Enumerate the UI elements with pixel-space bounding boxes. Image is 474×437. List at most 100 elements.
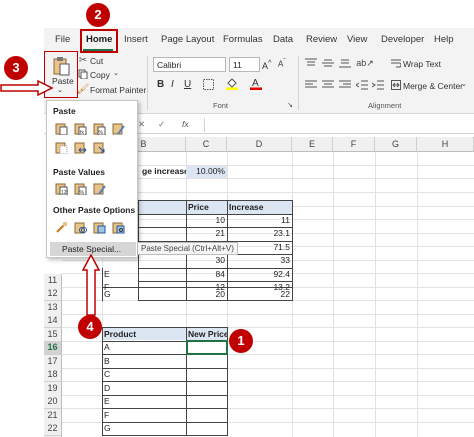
font-size-select[interactable]: 11 — [229, 57, 260, 72]
row-header-22[interactable]: 22 — [44, 422, 62, 436]
t2-product[interactable]: F — [102, 409, 186, 422]
t1-product[interactable]: E — [102, 268, 138, 281]
tab-file[interactable]: File — [55, 34, 70, 45]
column-header-g[interactable]: G — [375, 137, 417, 152]
font-name-select[interactable]: Calibri — [153, 57, 226, 72]
fill-color-icon[interactable] — [226, 77, 238, 90]
decrease-font-icon[interactable]: Aˇ — [278, 58, 286, 69]
formula-input[interactable] — [204, 118, 474, 132]
column-header-c[interactable]: C — [186, 137, 227, 152]
row-header-14[interactable]: 14 — [44, 314, 62, 328]
percent-value[interactable]: 10.00% — [186, 165, 227, 178]
copy-dropdown-chevron-icon[interactable]: ⌄ — [113, 69, 119, 77]
wrap-text-button[interactable]: Wrap Text — [403, 59, 441, 69]
borders-icon[interactable] — [202, 78, 214, 90]
enter-entry-icon[interactable]: ✓ — [158, 119, 165, 130]
row-header-19[interactable]: 19 — [44, 382, 62, 396]
keep-source-formatting-icon[interactable] — [112, 122, 125, 135]
t2-header-product[interactable]: Product — [102, 328, 186, 341]
t1-price[interactable]: 30 — [186, 254, 227, 267]
tab-formulas[interactable]: Formulas — [223, 34, 263, 45]
align-center-icon[interactable] — [322, 80, 334, 90]
column-header-f[interactable]: F — [333, 137, 375, 152]
t1-price[interactable]: 84 — [186, 268, 227, 281]
orientation-icon[interactable]: ab↗ — [356, 58, 374, 68]
t1-increase[interactable]: 33 — [227, 254, 292, 267]
column-header-d[interactable]: D — [227, 137, 292, 152]
t2-product[interactable]: E — [102, 395, 186, 408]
align-bottom-icon[interactable] — [339, 58, 351, 68]
italic-button[interactable]: I — [171, 79, 174, 90]
paste-picture-icon[interactable] — [93, 221, 106, 234]
merge-center-button[interactable]: Merge & Center — [403, 81, 463, 91]
tab-data[interactable]: Data — [273, 34, 293, 45]
font-dialog-launcher-icon[interactable]: ↘ — [286, 101, 294, 109]
t2-product[interactable]: G — [102, 422, 186, 435]
values-number-formatting-icon[interactable]: % — [74, 182, 87, 195]
tab-view[interactable]: View — [347, 34, 367, 45]
active-cell[interactable] — [186, 340, 228, 355]
align-middle-icon[interactable] — [322, 58, 334, 68]
row-header-16[interactable]: 16 — [44, 341, 62, 355]
t1-increase[interactable]: 23.1 — [227, 227, 292, 240]
increase-font-icon[interactable]: A^ — [262, 58, 272, 71]
bold-button[interactable]: B — [157, 79, 164, 90]
paste-icon[interactable] — [55, 122, 68, 135]
keep-column-widths-icon[interactable] — [74, 141, 87, 154]
t2-product[interactable]: D — [102, 382, 186, 395]
cut-icon[interactable]: ✂ — [78, 55, 88, 66]
linked-picture-icon[interactable] — [112, 221, 125, 234]
tab-developer[interactable]: Developer — [381, 34, 424, 45]
tab-insert[interactable]: Insert — [124, 34, 148, 45]
paste-formatting-icon[interactable] — [55, 221, 68, 234]
decrease-indent-icon[interactable] — [356, 80, 368, 90]
t2-product[interactable]: A — [102, 341, 186, 354]
t1-product[interactable]: G — [102, 288, 138, 301]
column-header-h[interactable]: H — [417, 137, 474, 152]
column-header-e[interactable]: E — [292, 137, 333, 152]
paste-formulas-number-formatting-icon[interactable]: % — [93, 122, 106, 135]
t1-increase[interactable]: 92.4 — [227, 268, 292, 281]
wrap-text-icon[interactable] — [391, 58, 401, 68]
t1-increase[interactable]: 11 — [227, 214, 292, 227]
row-header-11[interactable]: 11 — [44, 274, 62, 288]
increase-indent-icon[interactable] — [372, 80, 384, 90]
paste-formulas-icon[interactable]: fx — [74, 122, 87, 135]
paste-link-icon[interactable] — [74, 221, 87, 234]
underline-button[interactable]: U — [184, 79, 191, 90]
t1-header-increase[interactable]: Increase — [227, 201, 292, 214]
tab-help[interactable]: Help — [434, 34, 454, 45]
align-left-icon[interactable] — [305, 80, 317, 90]
copy-button[interactable]: Copy — [90, 70, 110, 80]
row-header-15[interactable]: 15 — [44, 328, 62, 342]
tab-review[interactable]: Review — [306, 34, 337, 45]
row-header-21[interactable]: 21 — [44, 409, 62, 423]
align-top-icon[interactable] — [305, 58, 317, 68]
row-header-20[interactable]: 20 — [44, 395, 62, 409]
t1-increase[interactable]: 22 — [227, 288, 292, 301]
tab-page-layout[interactable]: Page Layout — [161, 34, 214, 45]
paste-values-icon[interactable]: 123 — [55, 182, 68, 195]
t1-price[interactable]: 10 — [186, 214, 227, 227]
t1-price[interactable]: 21 — [186, 227, 227, 240]
merge-dropdown-chevron-icon[interactable]: ⌄ — [461, 80, 467, 88]
font-color-icon[interactable]: A — [250, 77, 262, 90]
row-header-17[interactable]: 17 — [44, 355, 62, 369]
no-borders-icon[interactable] — [55, 141, 68, 154]
copy-icon[interactable] — [78, 69, 88, 79]
cancel-entry-icon[interactable]: ✕ — [138, 119, 145, 130]
t1-price[interactable]: 20 — [186, 288, 227, 301]
format-painter-button[interactable]: Format Painter — [90, 85, 146, 95]
merge-center-icon[interactable] — [391, 80, 401, 90]
percent-label[interactable]: ge increase — [140, 165, 186, 178]
format-painter-icon[interactable]: 🖌 — [77, 84, 90, 95]
t2-product[interactable]: C — [102, 368, 186, 381]
values-source-formatting-icon[interactable] — [93, 182, 106, 195]
align-right-icon[interactable] — [339, 80, 351, 90]
cut-button[interactable]: Cut — [90, 56, 103, 66]
t2-product[interactable]: B — [102, 355, 186, 368]
t1-header-price[interactable]: Price — [186, 201, 227, 214]
row-header-13[interactable]: 13 — [44, 301, 62, 315]
transpose-icon[interactable] — [93, 141, 106, 154]
insert-function-button[interactable]: fx — [182, 119, 189, 129]
